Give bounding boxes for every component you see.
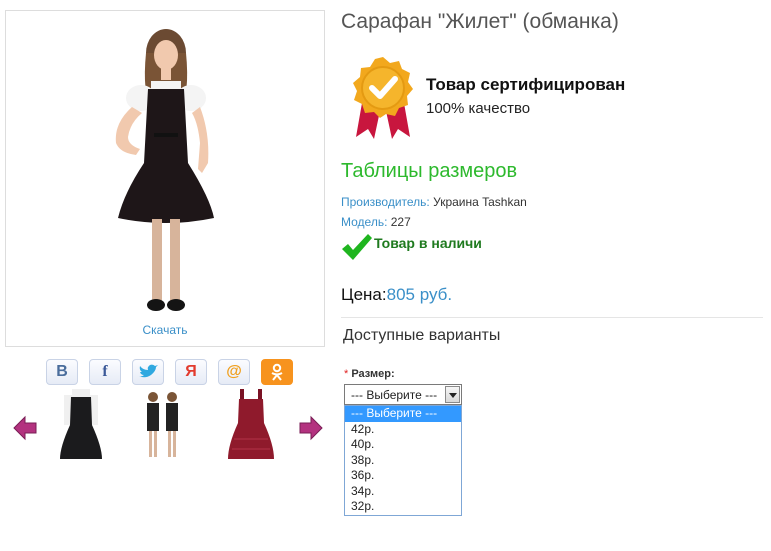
product-title: Сарафан "Жилет" (обманка) [341,10,619,33]
size-option[interactable]: 34р. [345,484,461,500]
size-dropdown-list: --- Выберите --- 42р. 40р. 38р. 36р. 34р… [344,405,462,516]
thumbnail-burgundy-dress[interactable] [228,389,274,461]
download-link[interactable]: Скачать [6,323,324,337]
arrow-left-icon[interactable] [12,415,38,441]
thumbnail-carousel [10,385,328,465]
available-variants-heading: Доступные варианты [343,327,501,344]
model-label: Модель: [341,215,388,229]
girl-in-dress-image [115,29,214,311]
size-label-text: Размер: [351,368,395,380]
manufacturer-value: Украина Tashkan [433,195,527,209]
manufacturer-label[interactable]: Производитель: [341,195,430,209]
twitter-share-icon[interactable] [132,359,164,385]
size-option[interactable]: 40р. [345,437,461,453]
chevron-down-icon[interactable] [445,386,460,403]
certified-badge-icon [353,57,413,139]
size-select[interactable]: --- Выберите --- [344,384,462,405]
price-value: 805 руб. [386,285,453,304]
arrow-right-icon[interactable] [298,415,324,441]
certified-title: Товар сертифицирован [426,75,626,94]
checkmark-icon [342,234,372,260]
model-row: Модель: 227 [341,215,411,229]
model-value: 227 [390,215,411,229]
in-stock-status: Товар в наличи [341,232,482,262]
thumbnail-black-dress[interactable] [58,389,104,461]
facebook-share-icon[interactable]: f [89,359,121,385]
size-option[interactable]: --- Выберите --- [345,406,461,422]
size-option[interactable]: 36р. [345,468,461,484]
my-world-share-icon[interactable]: Я [175,359,207,385]
size-tables-link[interactable]: Таблицы размеров [341,160,517,183]
size-option[interactable]: 42р. [345,422,461,438]
required-mark: * [344,368,349,380]
price-label: Цена: [341,285,387,304]
product-main-image[interactable]: Скачать [5,10,325,347]
price-row: Цена:805 руб. [341,285,452,305]
odnoklassniki-share-icon[interactable] [261,359,293,385]
social-share-bar: B f Я @ [46,359,293,385]
certified-subtitle: 100% качество [426,100,531,117]
size-label: * Размер: [344,368,395,380]
mail-share-icon[interactable]: @ [218,359,250,385]
in-stock-label: Товар в наличи [374,235,482,251]
size-option[interactable]: 32р. [345,499,461,515]
size-option[interactable]: 38р. [345,453,461,469]
divider [341,317,763,318]
thumbnail-two-girls[interactable] [140,389,186,461]
vk-share-icon[interactable]: B [46,359,78,385]
manufacturer-row: Производитель: Украина Tashkan [341,195,527,209]
size-select-value: --- Выберите --- [351,388,438,402]
